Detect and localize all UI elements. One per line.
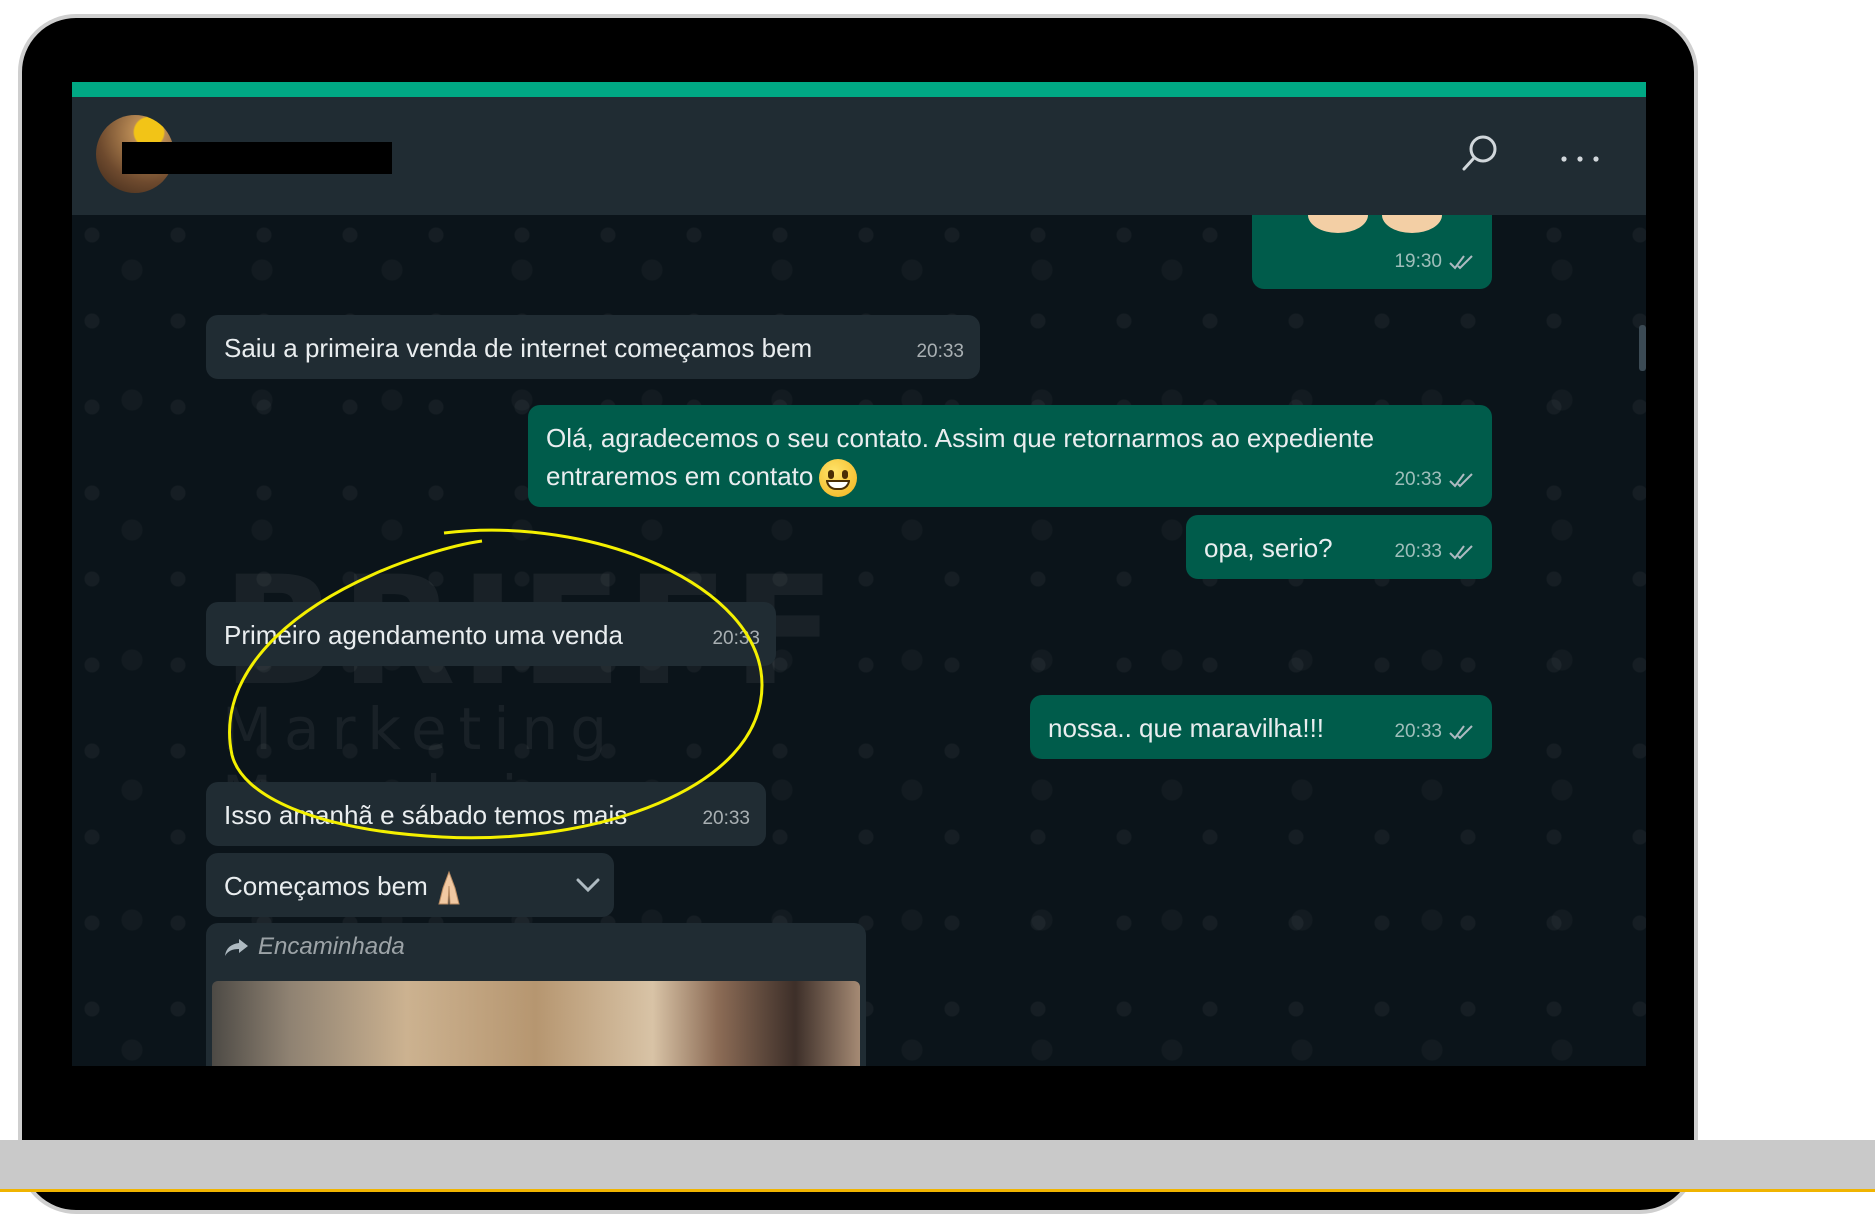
grinning-emoji: [819, 459, 858, 498]
message-time: 20:33: [1394, 541, 1442, 562]
search-button[interactable]: [1452, 125, 1508, 181]
double-check-icon: [1449, 255, 1473, 270]
double-check-icon: [1449, 473, 1473, 488]
message-text: nossa.. que maravilha!!!: [1048, 713, 1325, 743]
forwarded-photo[interactable]: [212, 981, 860, 1066]
message-bubble[interactable]: nossa.. que maravilha!!! 20:33: [1030, 695, 1492, 759]
chat-header: [72, 97, 1646, 215]
forwarded-label: Encaminhada: [258, 933, 405, 960]
forwarded-message[interactable]: Encaminhada: [206, 923, 866, 1066]
double-check-icon: [1449, 725, 1473, 740]
folded-hands-emoji: [438, 870, 460, 905]
accent-bar: [72, 82, 1646, 97]
message-bubble[interactable]: Primeiro agendamento uma venda 20:33: [206, 602, 776, 666]
laptop-base: [0, 1140, 1875, 1192]
message-time: 20:33: [1394, 469, 1442, 490]
message-options-button[interactable]: [570, 867, 606, 903]
message-time: 20:33: [916, 341, 964, 362]
message-text: opa, serio?: [1204, 533, 1333, 563]
chevron-down-icon: [576, 878, 600, 893]
message-text: Olá, agradecemos o seu contato. Assim qu…: [546, 423, 1375, 491]
message-bubble[interactable]: Começamos bem: [206, 853, 614, 917]
message-bubble[interactable]: Isso amanhã e sábado temos mais 20:33: [206, 782, 766, 846]
scrollbar-thumb[interactable]: [1639, 325, 1646, 371]
message-text: Começamos bem: [224, 871, 428, 901]
chat-window: BRIEFF Marketing Moveleiro 19:30 Saiu a …: [72, 82, 1646, 1066]
chat-area[interactable]: BRIEFF Marketing Moveleiro 19:30 Saiu a …: [72, 215, 1646, 1066]
more-options-button[interactable]: [1552, 125, 1608, 181]
message-bubble[interactable]: Olá, agradecemos o seu contato. Assim qu…: [528, 405, 1492, 507]
message-bubble[interactable]: opa, serio? 20:33: [1186, 515, 1492, 579]
message-time: 20:33: [702, 808, 750, 829]
message-text: Primeiro agendamento uma venda: [224, 620, 623, 650]
message-bubble[interactable]: Saiu a primeira venda de internet começa…: [206, 315, 980, 379]
message-time: 20:33: [712, 628, 760, 649]
forward-arrow-icon: [225, 939, 248, 956]
message-time: 20:33: [1394, 721, 1442, 742]
message-text: Isso amanhã e sábado temos mais: [224, 800, 628, 830]
search-icon: [1462, 135, 1497, 171]
contact-name-redaction: [122, 142, 392, 174]
double-check-icon: [1449, 545, 1473, 560]
message-text: Saiu a primeira venda de internet começa…: [224, 333, 813, 363]
message-bubble[interactable]: 19:30: [1252, 215, 1492, 289]
message-time: 19:30: [1394, 251, 1442, 272]
more-options-icon: [1561, 156, 1599, 162]
clapping-hands-emoji: [1308, 215, 1442, 233]
